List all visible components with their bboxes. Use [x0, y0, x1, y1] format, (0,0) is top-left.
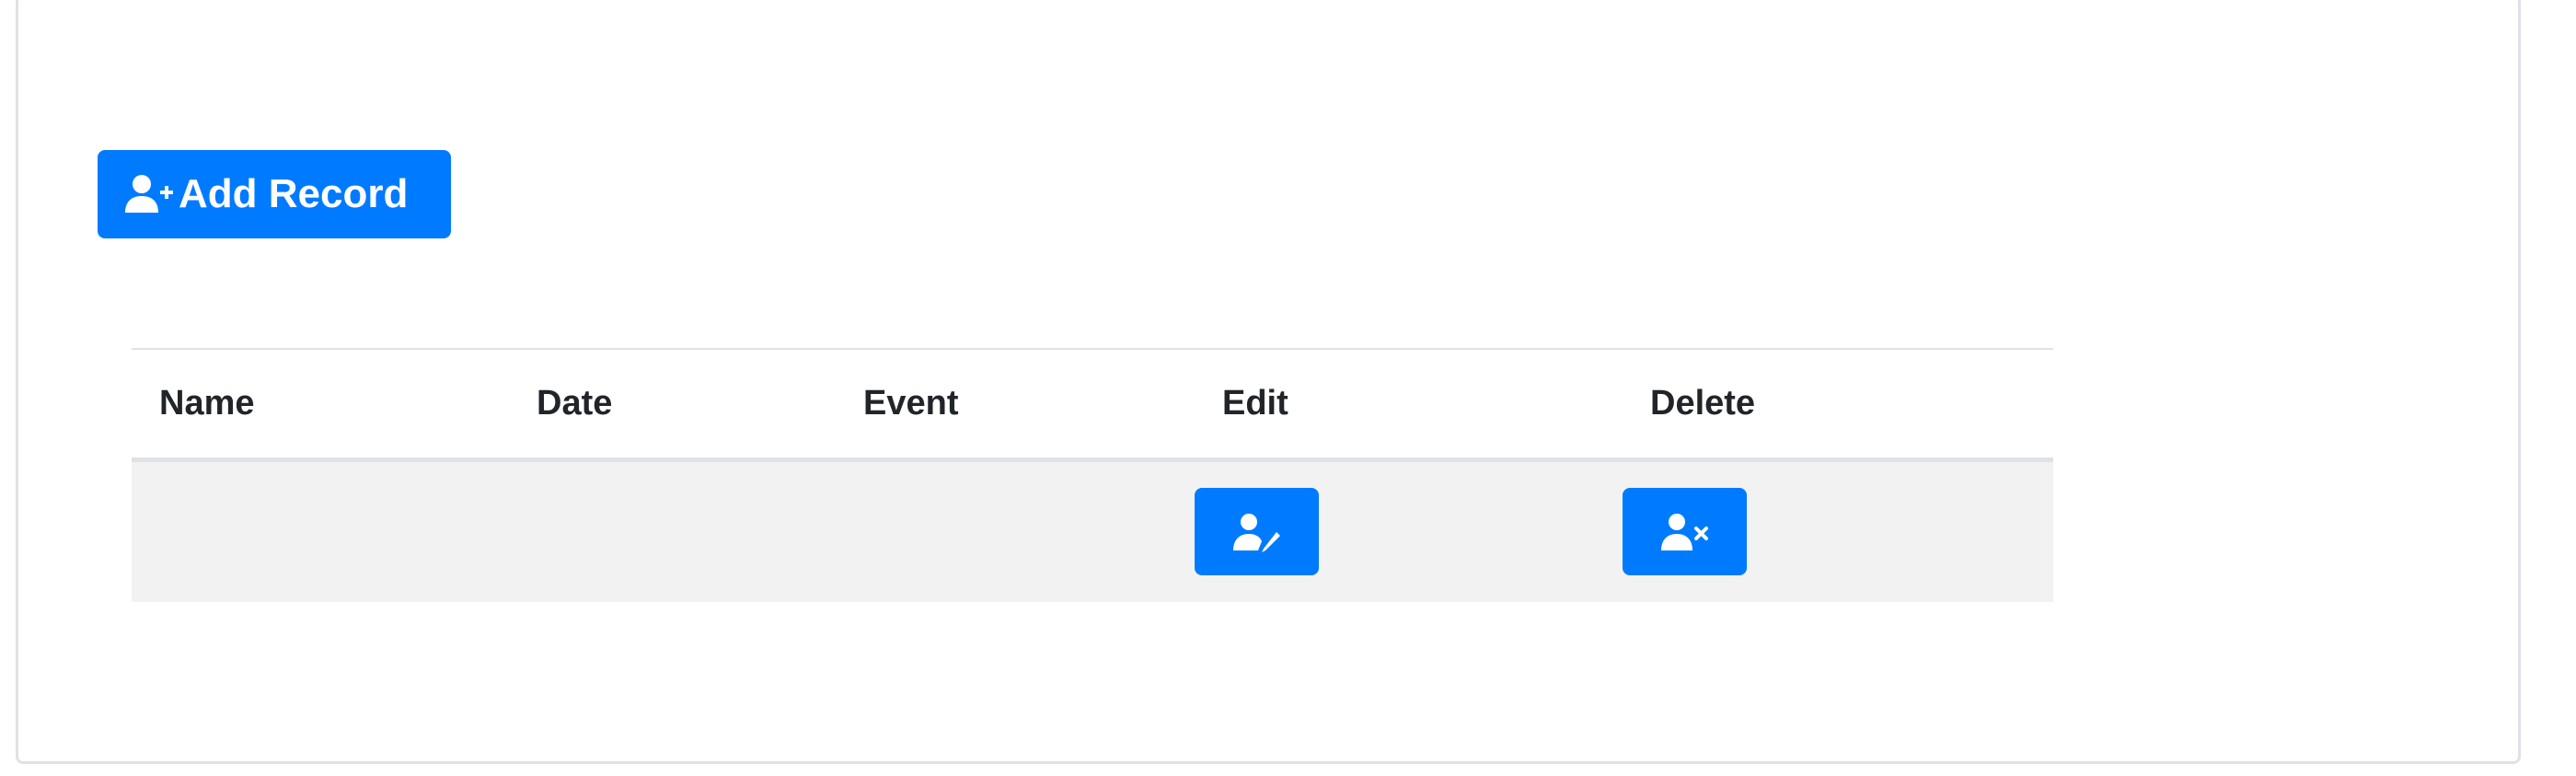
table-row [132, 459, 2053, 602]
table-header-row: Name Date Event Edit Delete [132, 349, 2053, 462]
column-header-delete: Delete [1623, 349, 2053, 462]
records-table-container: Name Date Event Edit Delete [132, 348, 2053, 602]
user-times-icon [1660, 512, 1710, 552]
column-header-date: Date [509, 349, 836, 462]
add-record-label: Add Record [179, 171, 409, 216]
cell-name [132, 459, 509, 602]
column-header-edit: Edit [1195, 349, 1623, 462]
records-table: Name Date Event Edit Delete [132, 348, 2053, 602]
add-record-button[interactable]: Add Record [98, 150, 451, 238]
cell-event [836, 459, 1195, 602]
user-edit-icon [1232, 512, 1282, 552]
edit-button[interactable] [1195, 488, 1319, 576]
cell-edit [1195, 459, 1623, 602]
delete-button[interactable] [1623, 488, 1747, 576]
cell-delete [1623, 459, 2053, 602]
column-header-name: Name [132, 349, 509, 462]
cell-date [509, 459, 836, 602]
column-header-event: Event [836, 349, 1195, 462]
page: Add Record Name Date Event Edit Delete [0, 0, 2576, 776]
user-plus-icon [123, 172, 175, 216]
